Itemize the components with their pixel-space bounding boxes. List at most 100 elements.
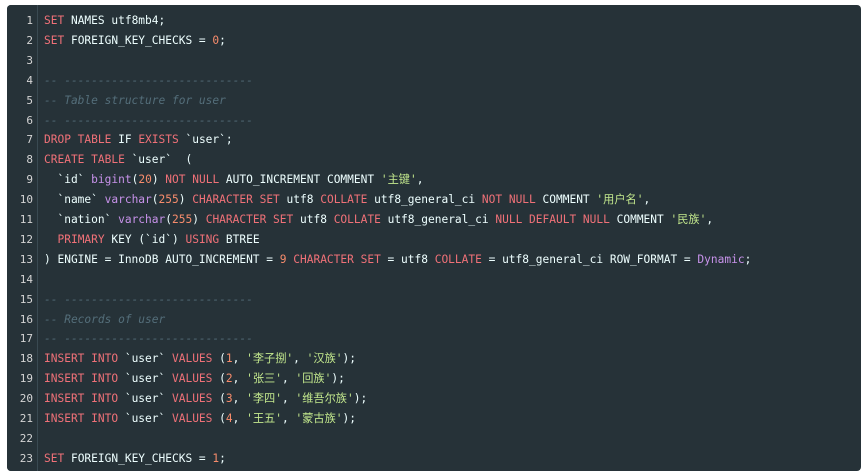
code-token: FOREIGN_KEY_CHECKS = xyxy=(64,451,213,465)
code-token: INSERT INTO xyxy=(44,352,119,366)
line-number: 7 xyxy=(26,133,33,147)
code-token: CHARACTER SET xyxy=(205,213,294,226)
code-text: `name` varchar(255) CHARACTER SET utf8 C… xyxy=(44,190,650,210)
code-token: ( xyxy=(212,392,226,406)
code-line: 6 -- ---------------------------- xyxy=(7,111,861,131)
code-token: '张三' xyxy=(246,372,282,386)
code-line: 2 SET FOREIGN_KEY_CHECKS = 0; xyxy=(7,31,861,51)
code-line: 23 SET FOREIGN_KEY_CHECKS = 1; xyxy=(7,449,861,469)
code-text: -- Table structure for user xyxy=(44,91,226,111)
code-text: -- ---------------------------- xyxy=(44,290,253,310)
code-line: 4 -- ---------------------------- xyxy=(7,71,861,91)
code-token: ( xyxy=(212,372,226,386)
line-number: 5 xyxy=(26,93,33,107)
code-token: DROP TABLE xyxy=(44,133,112,147)
code-token: VALUES xyxy=(171,352,213,366)
code-token: varchar xyxy=(118,213,166,226)
code-token: , xyxy=(416,173,424,187)
line-number: 11 xyxy=(19,213,33,226)
code-token: '用户名' xyxy=(596,193,644,207)
code-token: ); xyxy=(342,352,356,366)
code-text: -- ---------------------------- xyxy=(44,71,253,91)
code-text: DROP TABLE IF EXISTS `user`; xyxy=(44,130,233,150)
code-token: utf8 xyxy=(293,213,334,226)
code-token: `nation` xyxy=(44,213,119,226)
code-token: bigint xyxy=(91,173,132,187)
code-line: 13) ENGINE = InnoDB AUTO_INCREMENT = 9 C… xyxy=(7,250,861,270)
line-number: 15 xyxy=(19,292,33,306)
line-number: 19 xyxy=(19,372,33,386)
line-number: 1 xyxy=(26,14,33,27)
code-token: '主键' xyxy=(380,173,417,187)
code-token: INSERT INTO xyxy=(44,372,119,386)
code-token: COLLATE xyxy=(320,193,368,207)
code-token: VALUES xyxy=(171,392,213,406)
line-number: 9 xyxy=(26,173,33,187)
code-token: NULL DEFAULT NULL xyxy=(495,213,610,226)
code-token: `user`; xyxy=(178,133,233,147)
code-line: 14 xyxy=(7,270,861,290)
code-token: , xyxy=(232,352,247,366)
code-line: 16 -- Records of user xyxy=(7,310,861,330)
code-line: 9 `id` bigint(20) NOT NULL AUTO_INCREMEN… xyxy=(7,170,861,190)
code-text: `nation` varchar(255) CHARACTER SET utf8… xyxy=(44,210,713,230)
code-token: ); xyxy=(342,412,356,425)
code-token: COMMENT xyxy=(535,193,597,207)
line-number: 21 xyxy=(19,412,33,425)
code-token: = utf8 xyxy=(380,252,435,266)
code-token: ; xyxy=(219,33,226,47)
code-token: FOREIGN_KEY_CHECKS = xyxy=(64,33,213,47)
line-number: 23 xyxy=(19,451,33,465)
code-token: NOT NULL xyxy=(165,173,220,187)
code-token: CHARACTER SET xyxy=(293,252,381,266)
code-text: INSERT INTO `user` VALUES (1, '李子捌', '汉族… xyxy=(44,349,356,369)
code-text: SET FOREIGN_KEY_CHECKS = 1; xyxy=(44,449,226,469)
code-text: INSERT INTO `user` VALUES (2, '张三', '回族'… xyxy=(44,369,345,389)
code-token: '汉族' xyxy=(306,352,343,366)
code-token: , xyxy=(232,372,247,386)
code-token: 9 xyxy=(279,252,287,266)
code-token: , xyxy=(281,372,296,386)
code-text: -- Records of user xyxy=(44,310,165,330)
code-line: 5 -- Table structure for user xyxy=(7,91,861,111)
code-token: ) xyxy=(192,213,206,226)
code-token: -- Table structure for user xyxy=(44,93,226,107)
code-token: 2 xyxy=(225,372,233,386)
code-token: NOT NULL xyxy=(481,193,536,207)
code-token: '李四' xyxy=(246,392,282,406)
code-token: -- ---------------------------- xyxy=(44,332,253,346)
code-line: 19 INSERT INTO `user` VALUES (2, '张三', '回… xyxy=(7,369,861,389)
code-token: '蒙古族' xyxy=(295,412,343,425)
code-line: 15 -- ---------------------------- xyxy=(7,290,861,310)
code-token: 20 xyxy=(138,173,152,187)
code-token: INSERT INTO xyxy=(44,392,119,406)
code-token: ) xyxy=(151,173,166,187)
code-text: ) ENGINE = InnoDB AUTO_INCREMENT = 9 CHA… xyxy=(44,250,751,270)
code-token: SET xyxy=(44,14,65,27)
code-line: 11 `nation` varchar(255) CHARACTER SET u… xyxy=(7,210,861,230)
code-line: 20 INSERT INTO `user` VALUES (3, '李四', '维… xyxy=(7,389,861,409)
code-text: SET NAMES utf8mb4; xyxy=(44,11,165,31)
code-token: , xyxy=(706,213,714,226)
code-text: INSERT INTO `user` VALUES (3, '李四', '维吾尔… xyxy=(44,389,367,409)
code-token: EXISTS xyxy=(138,133,179,147)
code-editor[interactable]: 1 SET NAMES utf8mb4; 2 SET FOREIGN_KEY_CHEC… xyxy=(7,5,861,471)
code-token: INSERT INTO xyxy=(44,412,119,425)
code-token: '民族' xyxy=(670,213,707,226)
code-token: BTREE xyxy=(219,232,260,246)
code-token: -- ---------------------------- xyxy=(44,292,253,306)
line-number: 22 xyxy=(19,431,33,445)
code-token: -- Records of user xyxy=(44,312,166,326)
code-token: KEY (`id`) xyxy=(104,232,186,246)
code-token: utf8 xyxy=(279,193,321,207)
code-token: `name` xyxy=(44,193,105,207)
code-token: `user` ( xyxy=(124,153,193,167)
code-token: `user` xyxy=(118,392,172,406)
code-token: -- ---------------------------- xyxy=(44,113,253,127)
code-line: 1 SET NAMES utf8mb4; xyxy=(7,11,861,31)
line-number: 10 xyxy=(19,193,33,207)
code-token: -- ---------------------------- xyxy=(44,73,253,87)
line-number: 3 xyxy=(26,53,33,67)
code-token: varchar xyxy=(104,193,152,207)
